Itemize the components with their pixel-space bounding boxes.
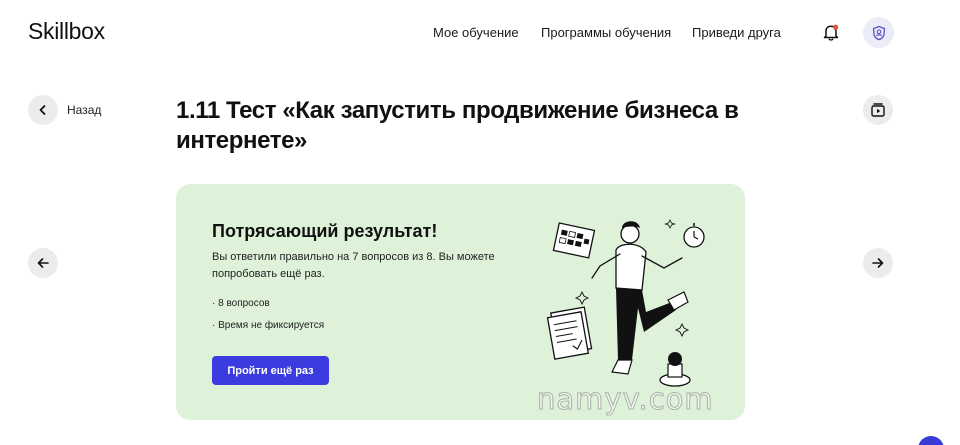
- watermark-text: namyv.com: [537, 382, 714, 417]
- nav-my-learning[interactable]: Мое обучение: [433, 25, 519, 40]
- arrow-left-icon: [37, 258, 49, 268]
- arrow-right-icon: [872, 258, 884, 268]
- result-heading: Потрясающий результат!: [212, 221, 438, 241]
- avatar[interactable]: [863, 17, 894, 48]
- retry-button[interactable]: Пройти ещё раз: [212, 356, 329, 385]
- questions-count: · 8 вопросов: [212, 298, 270, 309]
- back-button[interactable]: [28, 95, 58, 125]
- video-icon: [871, 103, 885, 117]
- back-label[interactable]: Назад: [67, 103, 101, 117]
- skillbox-logo[interactable]: Skillbox: [28, 18, 105, 45]
- page-title: 1.11 Тест «Как запустить продвижение биз…: [176, 97, 739, 154]
- avatar-icon: [872, 25, 885, 40]
- prev-lesson-button[interactable]: [28, 248, 58, 278]
- chevron-left-icon: [39, 105, 46, 115]
- nav-invite-friend[interactable]: Приведи друга: [692, 25, 781, 40]
- next-lesson-button[interactable]: [863, 248, 893, 278]
- result-description: Вы ответили правильно на 7 вопросов из 8…: [212, 251, 495, 280]
- video-button[interactable]: [863, 95, 893, 125]
- nav-programs[interactable]: Программы обучения: [541, 25, 671, 40]
- running-person-illustration: [546, 219, 705, 387]
- bell-icon[interactable]: [821, 22, 841, 42]
- time-limit-note: · Время не фиксируется: [212, 320, 325, 331]
- chat-widget-button[interactable]: [918, 436, 944, 445]
